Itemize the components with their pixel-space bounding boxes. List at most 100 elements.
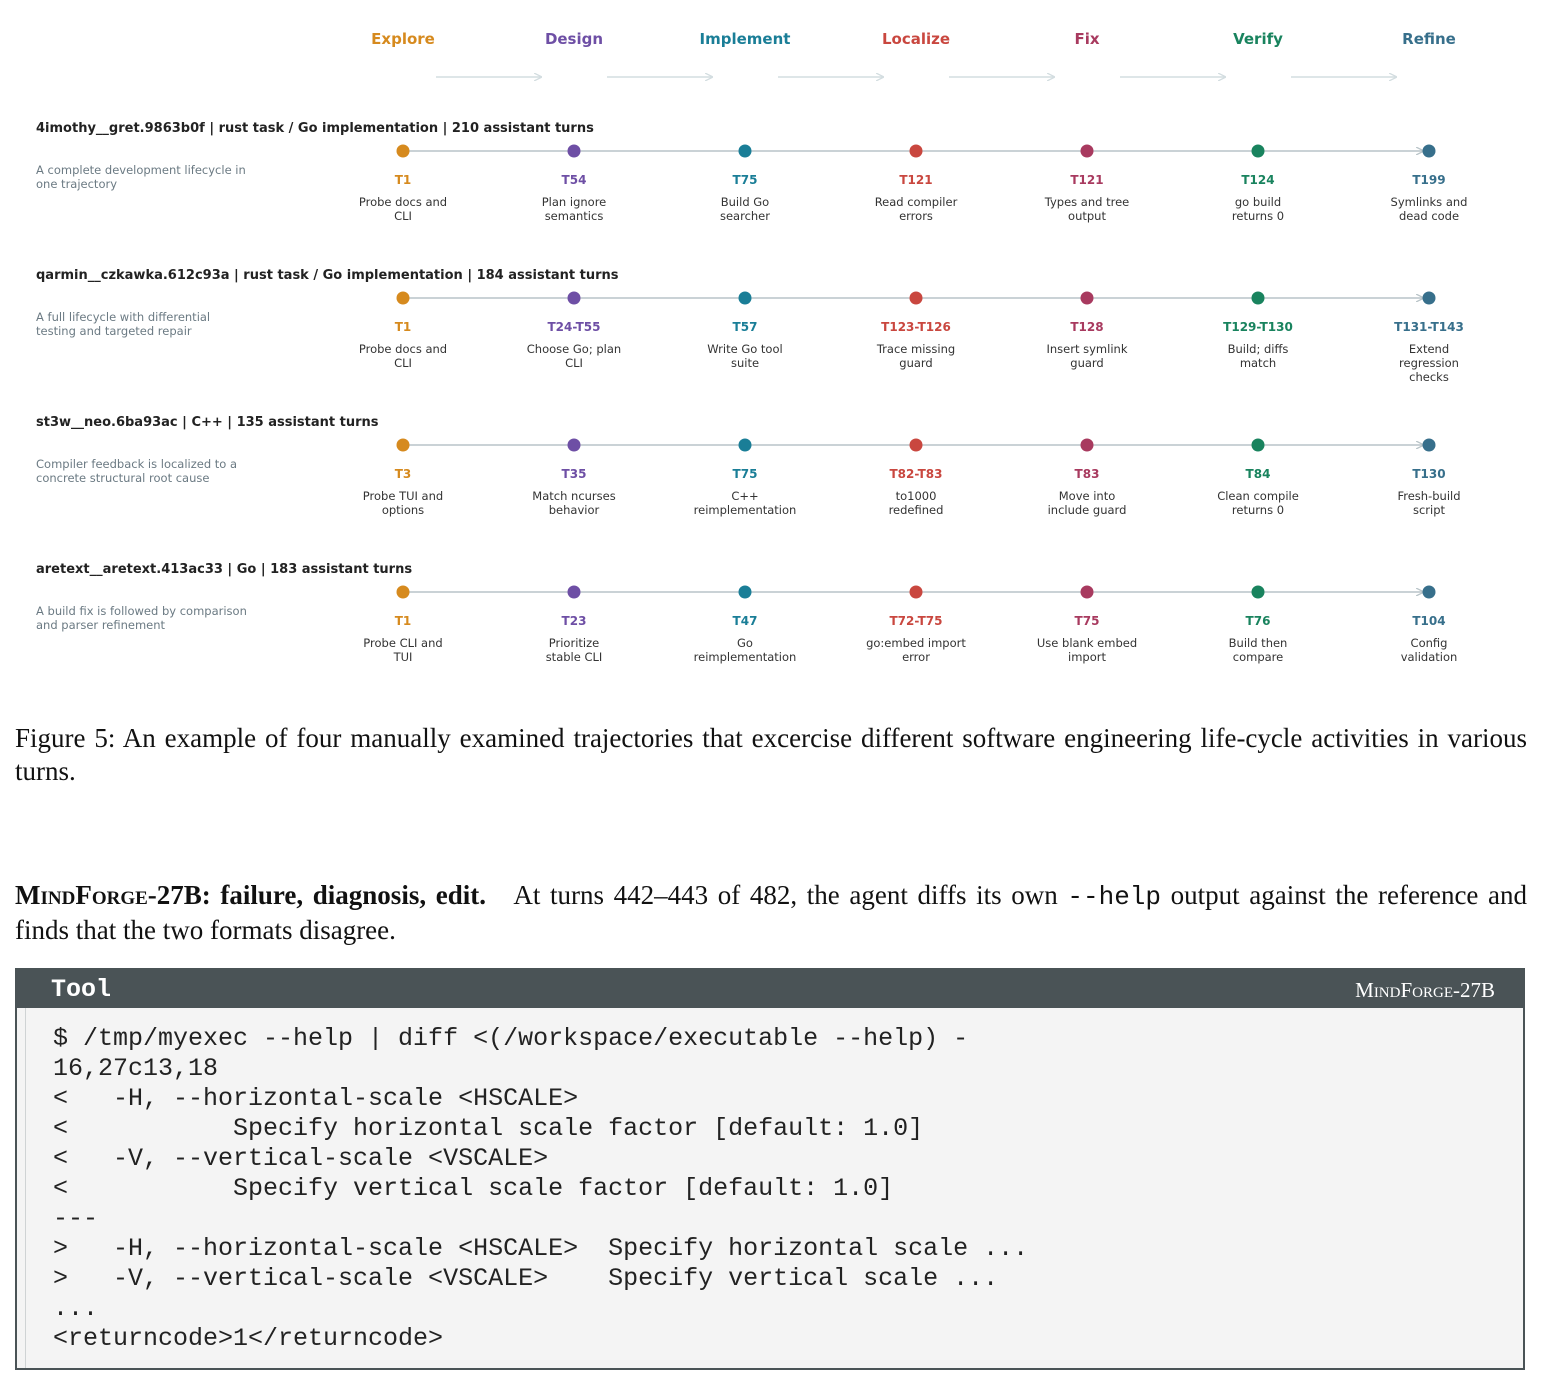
event-note: Plan ignore [542, 195, 607, 209]
event-turn-label: T57 [733, 320, 758, 334]
event-turn-label: T47 [733, 614, 758, 628]
trajectory-description: and parser refinement [36, 618, 166, 632]
event-turn-label: T76 [1246, 614, 1271, 628]
trajectory-header: qarmin__czkawka.612c93a | rust task / Go… [36, 268, 619, 283]
trajectory-description: A build fix is followed by comparison [36, 604, 247, 618]
event-note: guard [899, 356, 932, 370]
event-turn-label: T82-T83 [890, 467, 943, 481]
event-turn-label: T3 [395, 467, 412, 481]
event-marker [396, 585, 410, 599]
event-turn-label: T35 [562, 467, 587, 481]
event-marker [1422, 291, 1436, 305]
lifecycle-figure: Explore Design Implement Localize Fix Verify R… [0, 0, 1542, 700]
event-marker [909, 144, 923, 158]
event-turn-label: T121 [1070, 173, 1103, 187]
event-note: output [1068, 209, 1106, 223]
event-turn-label: T23 [562, 614, 587, 628]
event-turn-label: T121 [899, 173, 932, 187]
event-note: Types and tree [1044, 195, 1130, 209]
event-marker [1422, 144, 1436, 158]
event-marker [738, 585, 752, 599]
event-marker [567, 585, 581, 599]
tool-box-title: Tool [51, 975, 112, 1004]
event-marker [909, 585, 923, 599]
event-note: regression [1399, 356, 1459, 370]
event-note: Trace missing [876, 342, 955, 356]
event-note: CLI [394, 356, 412, 370]
event-marker [1080, 438, 1094, 452]
event-turn-label: T128 [1070, 320, 1103, 334]
event-marker [1251, 585, 1265, 599]
trajectory-description: Compiler feedback is localized to a [36, 457, 237, 471]
case-paragraph: MindForge-27B: failure, diagnosis, edit.… [15, 879, 1527, 947]
event-turn-label: T1 [395, 320, 412, 334]
event-turn-label: T123-T126 [881, 320, 951, 334]
event-note: Probe CLI and [363, 636, 442, 650]
trajectory-header: 4imothy__gret.9863b0f | rust task / Go i… [36, 121, 594, 136]
event-turn-label: T130 [1412, 467, 1445, 481]
event-marker [909, 291, 923, 305]
event-marker [396, 438, 410, 452]
event-note: Move into [1059, 489, 1116, 503]
event-note: returns 0 [1232, 503, 1284, 517]
event-note: stable CLI [546, 650, 603, 664]
event-marker [396, 144, 410, 158]
event-note: searcher [720, 209, 770, 223]
tool-box-body: $ /tmp/myexec --help | diff <(/workspace… [25, 1008, 1523, 1368]
event-marker [1251, 291, 1265, 305]
event-note: Build Go [721, 195, 769, 209]
event-marker [738, 291, 752, 305]
event-note: error [902, 650, 930, 664]
stage-label-implement: Implement [700, 30, 791, 48]
event-note: Read compiler [875, 195, 958, 209]
event-turn-label: T84 [1246, 467, 1271, 481]
stage-label-verify: Verify [1233, 30, 1283, 48]
event-note: Build then [1229, 636, 1288, 650]
paragraph-code: --help [1067, 882, 1162, 912]
event-turn-label: T75 [733, 467, 758, 481]
trajectory-header: aretext__aretext.413ac33 | Go | 183 assi… [36, 562, 412, 577]
event-note: dead code [1399, 209, 1459, 223]
event-turn-label: T131-T143 [1394, 320, 1464, 334]
event-note: options [382, 503, 424, 517]
event-turn-label: T75 [733, 173, 758, 187]
event-note: Clean compile [1217, 489, 1299, 503]
event-turn-label: T54 [562, 173, 587, 187]
event-note: go:embed import [866, 636, 966, 650]
paragraph-heading: failure, diagnosis, edit. [220, 880, 486, 910]
event-note: Prioritize [549, 636, 599, 650]
stage-label-refine: Refine [1402, 30, 1456, 48]
event-note: Extend [1409, 342, 1449, 356]
event-note: Symlinks and [1391, 195, 1468, 209]
event-note: match [1240, 356, 1276, 370]
event-note: guard [1070, 356, 1103, 370]
paragraph-model-name: MindForge-27B: [15, 880, 211, 910]
event-note: checks [1409, 370, 1449, 384]
trajectory-header: st3w__neo.6ba93ac | C++ | 135 assistant … [36, 415, 379, 430]
trajectory-description: testing and targeted repair [36, 324, 192, 338]
trajectory-description: A complete development lifecycle in [36, 163, 246, 177]
event-note: Use blank embed [1037, 636, 1137, 650]
event-turn-label: T83 [1075, 467, 1100, 481]
event-note: Probe docs and [359, 195, 447, 209]
event-marker [1422, 438, 1436, 452]
event-note: go build [1235, 195, 1281, 209]
stage-label-explore: Explore [371, 30, 435, 48]
event-turn-label: T129-T130 [1223, 320, 1293, 334]
event-marker [567, 291, 581, 305]
event-note: returns 0 [1232, 209, 1284, 223]
event-note: Write Go tool [707, 342, 782, 356]
tool-box-content: $ /tmp/myexec --help | diff <(/workspace… [53, 1024, 1029, 1353]
event-note: include guard [1048, 503, 1127, 517]
event-note: CLI [394, 209, 412, 223]
event-turn-label: T1 [395, 614, 412, 628]
event-note: C++ [731, 489, 758, 503]
event-turn-label: T199 [1412, 173, 1445, 187]
event-marker [567, 438, 581, 452]
trajectory-description: A full lifecycle with differential [36, 310, 210, 324]
event-note: reimplementation [694, 650, 797, 664]
event-note: validation [1401, 650, 1458, 664]
event-marker [1251, 144, 1265, 158]
event-note: CLI [565, 356, 583, 370]
stage-label-localize: Localize [882, 30, 950, 48]
